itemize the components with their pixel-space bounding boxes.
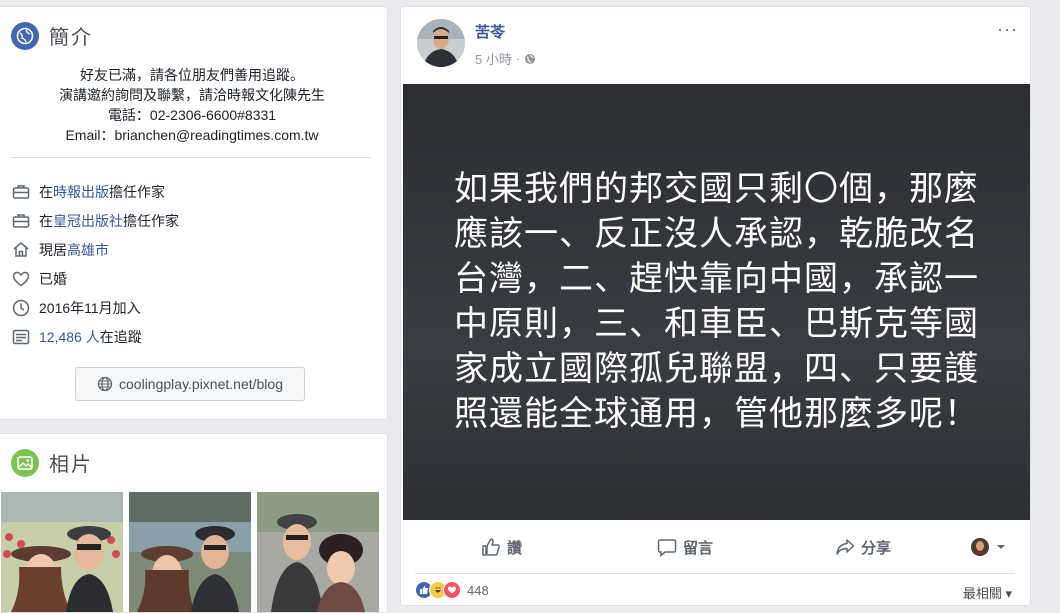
post-timestamp[interactable]: 5 小時 xyxy=(475,49,512,68)
house-icon xyxy=(11,240,31,260)
reaction-summary[interactable]: 448 xyxy=(415,581,489,599)
intro-info-list: 在 時報出版 擔任作家 在 皇冠出版社 擔任作家 現居 高雄市 已婚 2016年… xyxy=(11,177,371,351)
rss-icon xyxy=(11,327,31,347)
followers-link[interactable]: 12,486 人 xyxy=(39,327,100,347)
share-button[interactable]: 分享 xyxy=(835,537,891,558)
briefcase-icon xyxy=(11,211,31,231)
employer-link[interactable]: 時報出版 xyxy=(53,182,109,202)
info-row-location: 現居 高雄市 xyxy=(11,235,371,264)
globe-icon[interactable] xyxy=(524,53,536,65)
info-suffix: 擔任作家 xyxy=(123,212,179,229)
joined-date: 2016年11月加入 xyxy=(39,299,141,316)
meta-separator: · xyxy=(515,51,521,66)
thumbs-up-icon xyxy=(482,538,500,556)
photos-title: 相片 xyxy=(49,454,93,476)
post-text: 如果我們的邦交國只剩〇個，那麼應該一、反正沒人承認，乾脆改名台灣，二、趕快靠向中… xyxy=(454,169,979,434)
info-row-relationship: 已婚 xyxy=(11,264,371,293)
like-label: 讚 xyxy=(507,539,523,557)
info-prefix: 在 xyxy=(39,183,53,200)
info-row-followers: 12,486 人 在追蹤 xyxy=(11,322,371,351)
post-card: 苦苓 5 小時 · ··· 如果我們的邦交國只剩〇個，那麼應該一、反正沒人承認，… xyxy=(400,6,1031,606)
intro-title: 簡介 xyxy=(49,27,93,49)
website-link[interactable]: coolingplay.pixnet.net/blog xyxy=(75,367,305,401)
globe-icon xyxy=(97,376,113,392)
globe-icon xyxy=(11,21,39,50)
divider xyxy=(11,157,371,158)
bio-line: 電話：02-2306-6600#8331 xyxy=(107,107,277,123)
more-options-button[interactable]: ··· xyxy=(997,19,1018,40)
info-suffix: 擔任作家 xyxy=(109,183,165,200)
briefcase-icon xyxy=(11,182,31,202)
bio-line: 演講邀約詢問及聯繫，請洽時報文化陳先生 xyxy=(59,87,325,103)
post-background: 如果我們的邦交國只剩〇個，那麼應該一、反正沒人承認，乾脆改名台灣，二、趕快靠向中… xyxy=(403,84,1030,520)
info-prefix: 現居 xyxy=(39,241,67,258)
photo-thumbnail[interactable] xyxy=(257,492,379,612)
info-prefix: 在 xyxy=(39,212,53,229)
intro-card: 簡介 好友已滿，請各位朋友們善用追蹤。 演講邀約詢問及聯繫，請洽時報文化陳先生 … xyxy=(0,6,388,420)
comment-icon xyxy=(657,539,677,557)
photo-thumbnail[interactable] xyxy=(1,492,123,612)
photo-icon xyxy=(11,448,39,477)
info-row-work-1: 在 時報出版 擔任作家 xyxy=(11,177,371,206)
employer-link[interactable]: 皇冠出版社 xyxy=(53,211,123,231)
bio-line: Email：brianchen@readingtimes.com.tw xyxy=(65,127,319,143)
divider xyxy=(415,573,1015,574)
chevron-down-icon xyxy=(997,545,1005,549)
website-url: coolingplay.pixnet.net/blog xyxy=(119,376,283,392)
comment-button[interactable]: 留言 xyxy=(657,537,713,558)
post-author-name[interactable]: 苦苓 xyxy=(475,21,505,42)
share-icon xyxy=(836,539,855,555)
like-button[interactable]: 讚 xyxy=(481,537,522,558)
reaction-count: 448 xyxy=(467,582,489,598)
photos-card: 相片 xyxy=(0,433,388,613)
comment-label: 留言 xyxy=(683,539,714,557)
city-link[interactable]: 高雄市 xyxy=(67,240,109,260)
clock-icon xyxy=(11,298,31,318)
bio-text: 好友已滿，請各位朋友們善用追蹤。 演講邀約詢問及聯繫，請洽時報文化陳先生 電話：… xyxy=(17,65,367,145)
love-reaction-icon xyxy=(443,581,461,599)
avatar[interactable] xyxy=(417,19,465,67)
photo-thumbnail[interactable] xyxy=(129,492,251,612)
intro-header: 簡介 xyxy=(11,21,93,50)
profile-thumbnail-icon xyxy=(971,538,989,556)
comment-sort-dropdown[interactable]: 最相關 ▾ xyxy=(963,583,1012,602)
photo-grid xyxy=(1,492,379,612)
post-actions: 讚 留言 分享 xyxy=(415,527,1015,567)
share-label: 分享 xyxy=(861,539,892,557)
info-row-work-2: 在 皇冠出版社 擔任作家 xyxy=(11,206,371,235)
post-meta: 5 小時 · xyxy=(475,49,536,68)
info-row-joined: 2016年11月加入 xyxy=(11,293,371,322)
info-suffix: 在追蹤 xyxy=(99,328,142,345)
reaction-audience-selector[interactable] xyxy=(970,537,1012,557)
photos-header: 相片 xyxy=(11,448,93,477)
bio-line: 好友已滿，請各位朋友們善用追蹤。 xyxy=(80,67,304,83)
relationship-status: 已婚 xyxy=(39,270,67,287)
heart-icon xyxy=(11,269,31,289)
